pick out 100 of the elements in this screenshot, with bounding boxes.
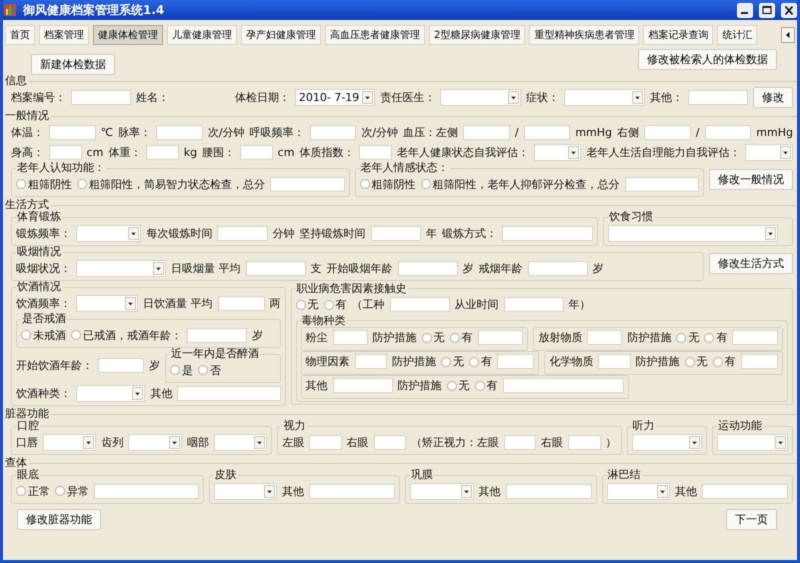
radio-button[interactable] (170, 365, 180, 375)
text-field[interactable] (528, 260, 588, 276)
text-field[interactable] (332, 378, 392, 393)
text-field[interactable] (502, 378, 624, 393)
dropdown[interactable] (564, 89, 646, 106)
text-field[interactable] (624, 176, 699, 192)
text-field[interactable] (463, 124, 510, 140)
radio-button[interactable] (450, 332, 460, 342)
radio-option[interactable]: 是 (170, 362, 193, 378)
radio-button[interactable] (16, 179, 26, 189)
radio-button[interactable] (198, 365, 208, 375)
nav-tab[interactable]: 2型糖尿病健康管理 (429, 25, 526, 45)
date-picker[interactable]: 2010- 7-19 (294, 89, 376, 106)
radio-button[interactable] (296, 300, 306, 310)
text-field[interactable] (644, 124, 691, 140)
nav-tab[interactable]: 档案管理 (39, 25, 89, 45)
next-page-button[interactable]: 下一页 (726, 509, 777, 530)
edit-record-button[interactable]: 修改被检索人的体检数据 (638, 49, 777, 70)
radio-button[interactable] (446, 380, 456, 390)
radio-button[interactable] (77, 179, 87, 189)
dropdown[interactable] (76, 224, 142, 242)
radio-option[interactable]: 正常 (16, 484, 50, 498)
dropdown[interactable] (608, 224, 778, 242)
radio-button[interactable] (474, 380, 484, 390)
text-field[interactable] (94, 484, 198, 498)
scroll-left-icon[interactable] (781, 27, 795, 43)
radio-button[interactable] (55, 486, 65, 496)
text-field[interactable] (390, 297, 450, 312)
dropdown[interactable] (43, 434, 96, 450)
radio-option[interactable]: 粗筛阴性 (16, 176, 72, 192)
text-field[interactable] (177, 386, 280, 400)
radio-option[interactable]: 无 (296, 297, 318, 312)
text-field[interactable] (374, 434, 406, 450)
text-field[interactable] (506, 484, 592, 498)
radio-button[interactable] (684, 356, 695, 366)
radio-option[interactable]: 粗筛阳性，简易智力状态检查，总分 (77, 176, 265, 192)
dropdown[interactable] (716, 434, 788, 450)
radio-option[interactable]: 否 (198, 362, 221, 378)
radio-button[interactable] (468, 356, 479, 366)
edit-organ-button[interactable]: 修改脏器功能 (17, 509, 101, 530)
radio-option[interactable]: 有 (468, 354, 492, 369)
dropdown[interactable] (76, 294, 138, 312)
text-field[interactable] (246, 260, 306, 276)
dropdown[interactable] (214, 482, 278, 500)
nav-tab[interactable]: 档案记录查询 (643, 25, 714, 45)
text-field[interactable] (332, 330, 368, 345)
radio-option[interactable]: 无 (422, 330, 445, 345)
radio-option[interactable]: 无 (440, 354, 464, 369)
action-button[interactable]: 修改生活方式 (709, 253, 793, 274)
text-field[interactable] (240, 144, 273, 160)
text-field[interactable] (504, 297, 564, 312)
radio-option[interactable]: 有 (704, 330, 728, 345)
nav-tab[interactable]: 重型精神疾病患者管理 (529, 25, 640, 45)
maximize-icon[interactable] (759, 2, 775, 18)
text-field[interactable] (354, 354, 387, 369)
nav-tab[interactable]: 首页 (5, 25, 35, 45)
radio-option[interactable]: 无 (684, 354, 708, 369)
radio-option[interactable]: 有 (324, 297, 346, 312)
dropdown[interactable] (440, 89, 522, 106)
text-field[interactable] (156, 124, 203, 140)
dropdown[interactable] (745, 144, 793, 160)
radio-button[interactable] (71, 330, 81, 340)
dropdown[interactable] (214, 434, 268, 450)
nav-tab[interactable]: 儿童健康管理 (167, 25, 237, 45)
radio-button[interactable] (324, 300, 334, 310)
nav-tab[interactable]: 高血压患者健康管理 (325, 25, 425, 45)
dropdown[interactable] (606, 482, 670, 500)
action-button[interactable]: 修改 (753, 87, 794, 108)
radio-button[interactable] (420, 179, 430, 189)
radio-button[interactable] (360, 179, 370, 189)
radio-option[interactable]: 有 (712, 354, 736, 369)
text-field[interactable] (702, 484, 788, 498)
radio-button[interactable] (712, 356, 723, 366)
dropdown[interactable] (534, 144, 582, 160)
text-field[interactable] (187, 328, 247, 342)
text-field[interactable] (568, 434, 600, 450)
text-field[interactable] (270, 176, 344, 192)
text-field[interactable] (217, 226, 268, 240)
radio-option[interactable]: 无 (446, 378, 470, 393)
nav-tab[interactable]: 孕产妇健康管理 (241, 25, 321, 45)
radio-button[interactable] (704, 332, 714, 342)
dropdown[interactable] (76, 260, 166, 276)
text-field[interactable] (71, 90, 131, 105)
text-field[interactable] (309, 434, 342, 450)
text-field[interactable] (704, 124, 752, 140)
text-field[interactable] (587, 330, 622, 345)
text-field[interactable] (524, 124, 570, 140)
radio-option[interactable]: 未戒酒 (21, 328, 66, 342)
radio-option[interactable]: 粗筛阳性，老年人抑郁评分检查，总分 (420, 176, 620, 192)
text-field[interactable] (496, 354, 534, 369)
text-field[interactable] (218, 296, 264, 310)
action-button[interactable]: 修改一般情况 (709, 169, 793, 190)
text-field[interactable] (732, 330, 778, 345)
text-field[interactable] (49, 144, 82, 160)
radio-option[interactable]: 无 (676, 330, 700, 345)
radio-button[interactable] (16, 486, 26, 496)
radio-option[interactable]: 有 (474, 378, 498, 393)
radio-option[interactable]: 异常 (55, 484, 89, 498)
radio-button[interactable] (21, 330, 31, 340)
dropdown[interactable] (76, 384, 146, 402)
